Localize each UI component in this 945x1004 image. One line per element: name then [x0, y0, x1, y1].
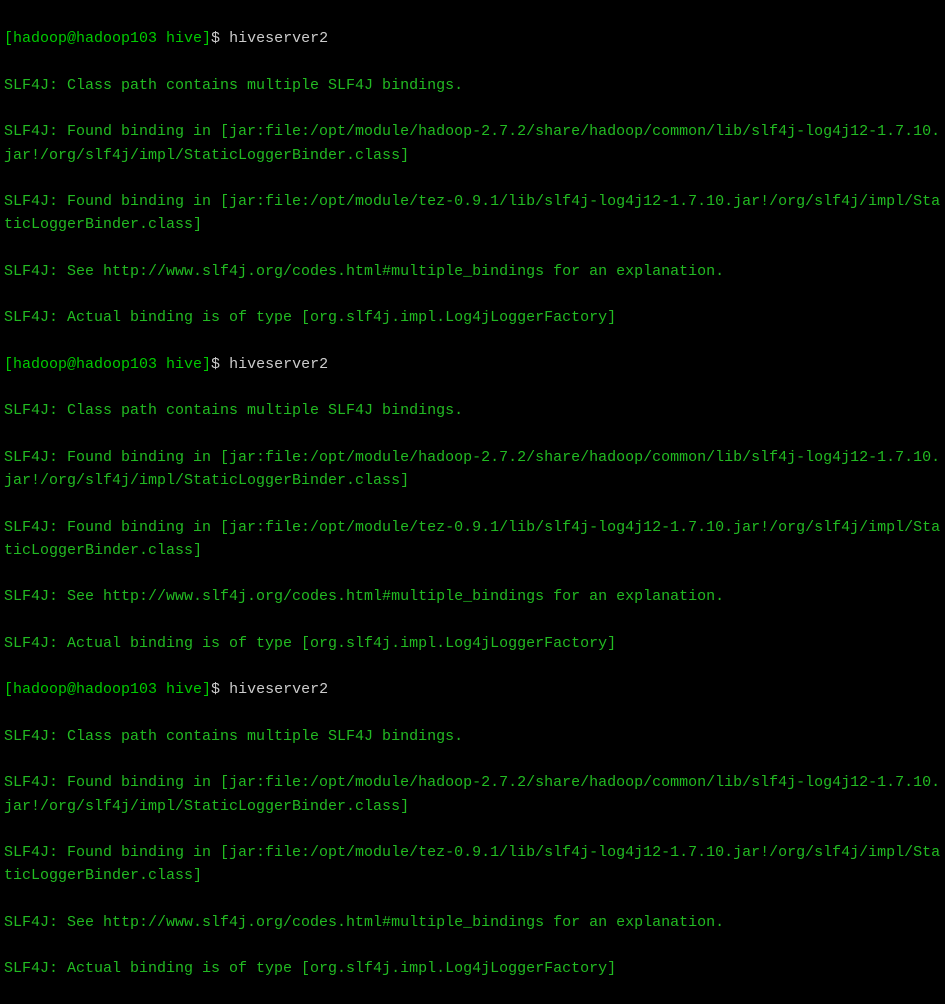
- output-line: SLF4J: Actual binding is of type [org.sl…: [4, 306, 941, 329]
- command-text: hiveserver2: [229, 681, 328, 698]
- output-line: SLF4J: Found binding in [jar:file:/opt/m…: [4, 516, 941, 563]
- output-line: SLF4J: Class path contains multiple SLF4…: [4, 399, 941, 422]
- prompt-line-3[interactable]: [hadoop@hadoop103 hive]$ hiveserver2: [4, 678, 941, 701]
- prompt-symbol: $: [211, 356, 220, 373]
- output-line: SLF4J: Actual binding is of type [org.sl…: [4, 632, 941, 655]
- output-line: SLF4J: Class path contains multiple SLF4…: [4, 74, 941, 97]
- output-line: SLF4J: Found binding in [jar:file:/opt/m…: [4, 771, 941, 818]
- prompt-line-2[interactable]: [hadoop@hadoop103 hive]$ hiveserver2: [4, 353, 941, 376]
- output-line: SLF4J: Class path contains multiple SLF4…: [4, 725, 941, 748]
- prompt-user-host: [hadoop@hadoop103 hive]: [4, 356, 211, 373]
- output-line: SLF4J: Found binding in [jar:file:/opt/m…: [4, 446, 941, 493]
- output-line: SLF4J: Found binding in [jar:file:/opt/m…: [4, 190, 941, 237]
- output-line: SLF4J: See http://www.slf4j.org/codes.ht…: [4, 585, 941, 608]
- output-line: SLF4J: See http://www.slf4j.org/codes.ht…: [4, 911, 941, 934]
- prompt-user-host: [hadoop@hadoop103 hive]: [4, 681, 211, 698]
- output-line: SLF4J: Found binding in [jar:file:/opt/m…: [4, 841, 941, 888]
- terminal-output: [hadoop@hadoop103 hive]$ hiveserver2 SLF…: [4, 4, 941, 1004]
- output-line: SLF4J: Actual binding is of type [org.sl…: [4, 957, 941, 980]
- prompt-symbol: $: [211, 681, 220, 698]
- output-line: SLF4J: Found binding in [jar:file:/opt/m…: [4, 120, 941, 167]
- command-text: hiveserver2: [229, 356, 328, 373]
- command-text: hiveserver2: [229, 30, 328, 47]
- prompt-symbol: $: [211, 30, 220, 47]
- output-line: SLF4J: See http://www.slf4j.org/codes.ht…: [4, 260, 941, 283]
- prompt-user-host: [hadoop@hadoop103 hive]: [4, 30, 211, 47]
- prompt-line-1[interactable]: [hadoop@hadoop103 hive]$ hiveserver2: [4, 27, 941, 50]
